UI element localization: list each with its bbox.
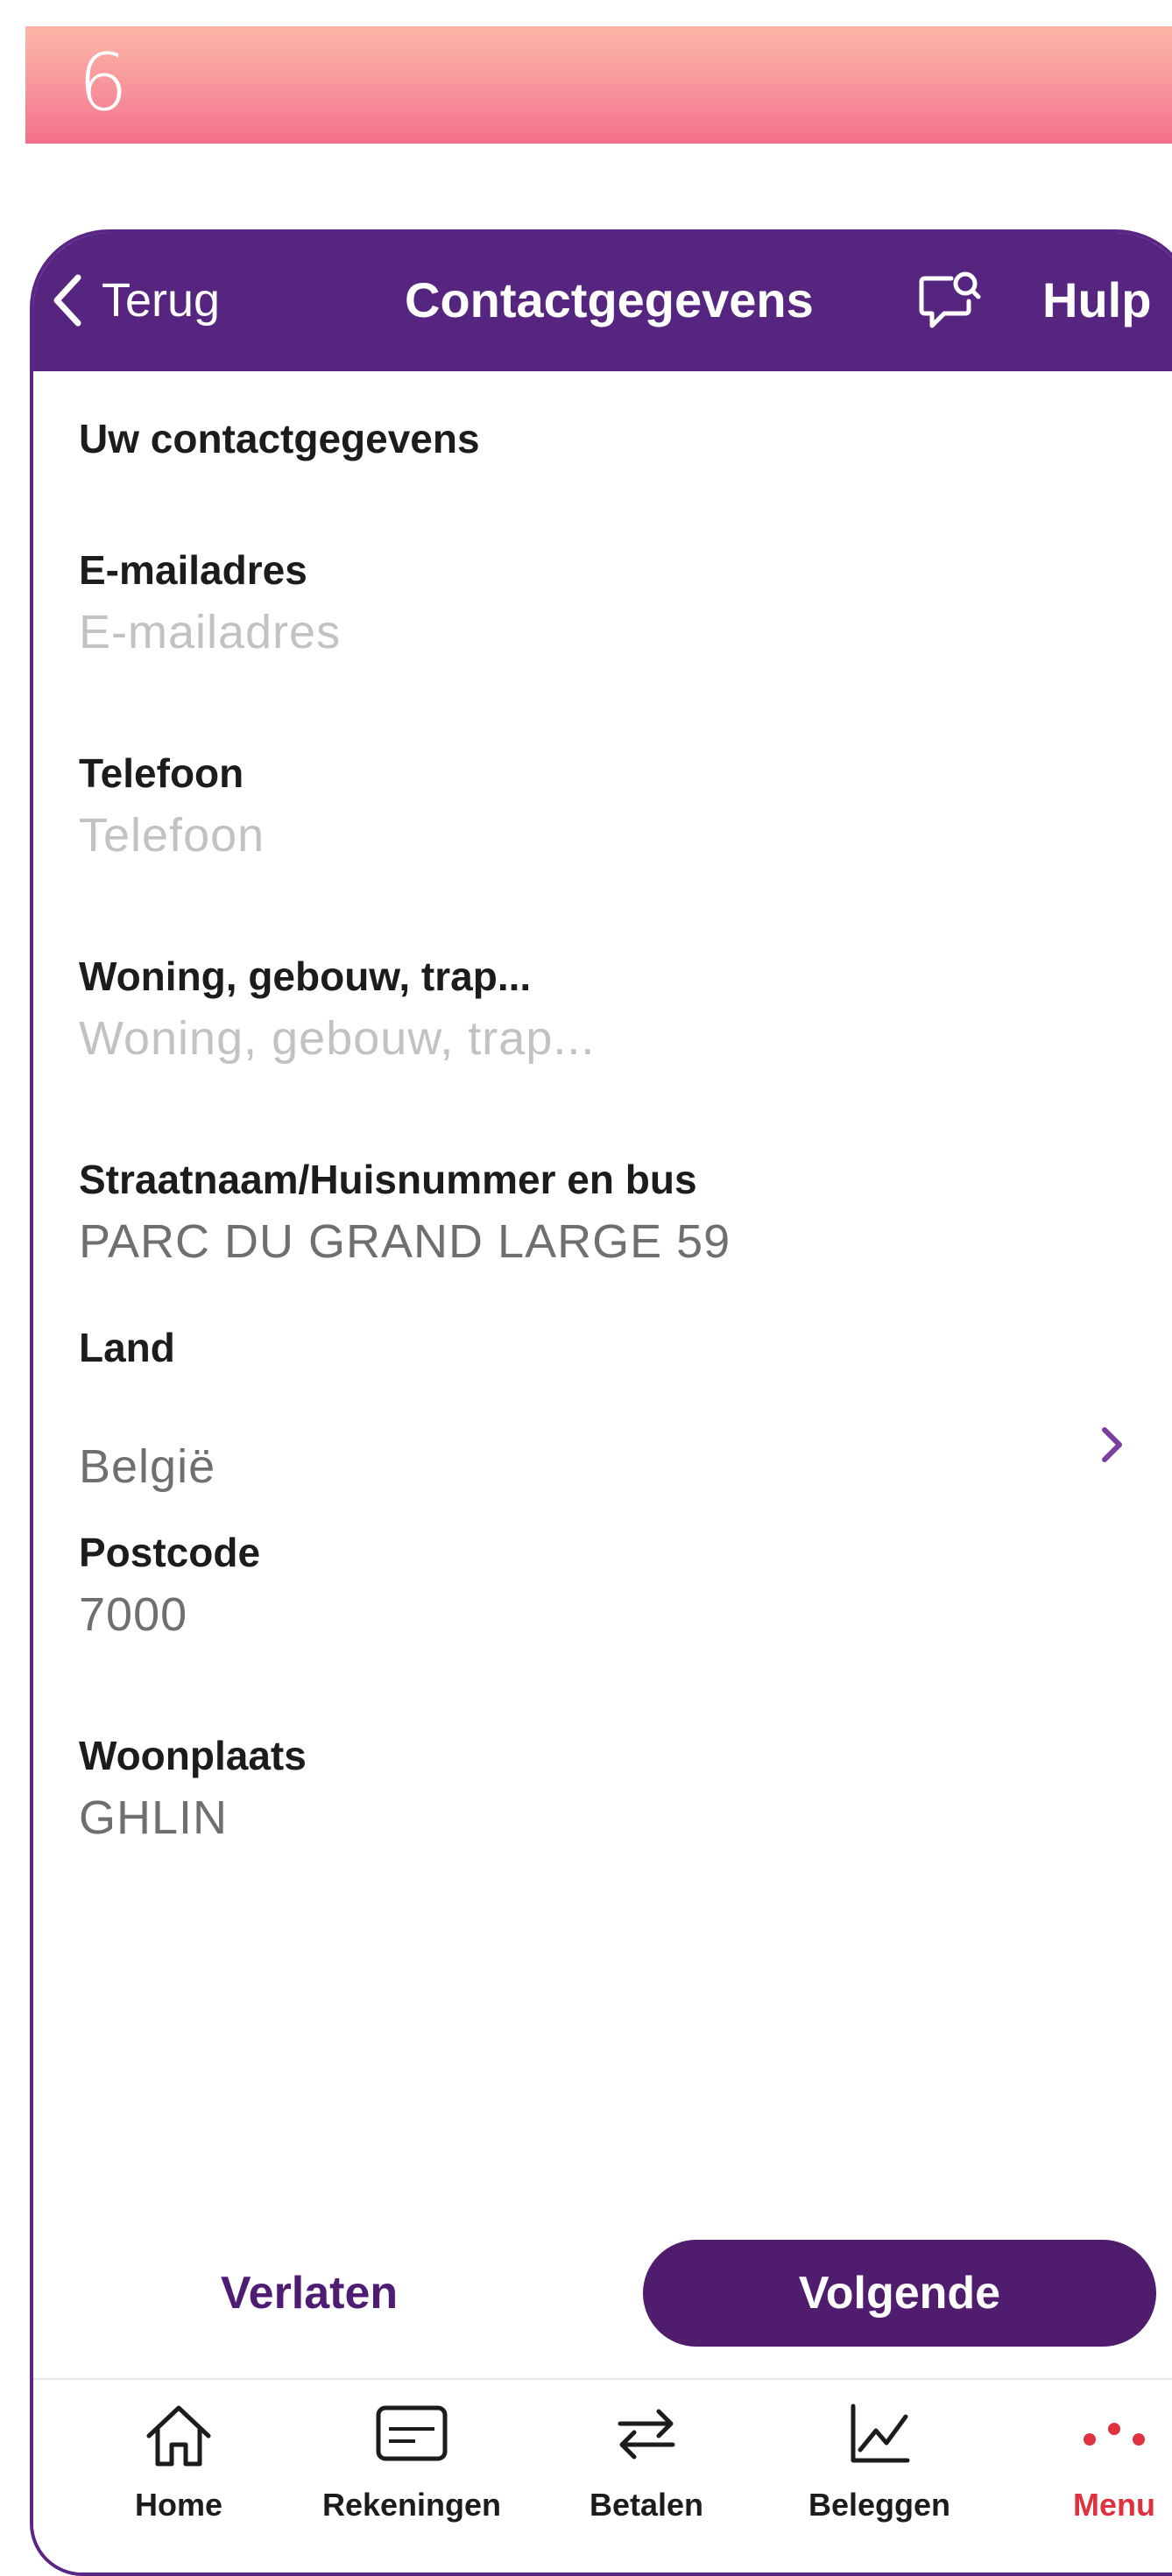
chat-search-icon [919, 271, 981, 328]
tab-menu[interactable]: Menu [1000, 2380, 1172, 2555]
tab-payments-label: Betalen [589, 2487, 704, 2523]
chat-search-button[interactable] [916, 270, 983, 333]
street-field[interactable] [79, 1214, 1112, 1270]
city-field[interactable] [79, 1790, 1112, 1846]
phone-field[interactable] [79, 807, 1112, 863]
building-label: Woning, gebouw, trap... [79, 954, 532, 999]
tab-menu-label: Menu [1073, 2487, 1155, 2523]
tab-accounts-label: Rekeningen [321, 2487, 502, 2523]
tab-bar: Home Rekeningen Betalen Beleggen Menu [33, 2378, 1172, 2572]
line-chart-icon [851, 2404, 910, 2463]
email-label: E-mailadres [79, 547, 307, 593]
card-icon [376, 2405, 448, 2461]
leave-button[interactable]: Verlaten [177, 2240, 441, 2347]
home-icon [146, 2405, 211, 2467]
step-banner: 6 [25, 26, 1172, 144]
help-button[interactable]: Hulp [1042, 270, 1151, 331]
postcode-label: Postcode [79, 1530, 261, 1575]
tab-investments[interactable]: Beleggen [766, 2380, 993, 2555]
postcode-field[interactable] [79, 1587, 1112, 1643]
tab-payments[interactable]: Betalen [533, 2380, 760, 2555]
tab-home[interactable]: Home [65, 2380, 293, 2555]
section-title: Uw contactgegevens [79, 416, 480, 461]
chevron-right-icon [1102, 1427, 1122, 1462]
tab-home-label: Home [134, 2487, 223, 2523]
chevron-left-icon [53, 274, 81, 327]
country-label: Land [79, 1325, 175, 1370]
phone-label: Telefoon [79, 750, 244, 796]
next-button[interactable]: Volgende [643, 2240, 1156, 2347]
email-field[interactable] [79, 604, 1112, 660]
page-title: Contactgegevens [405, 272, 814, 327]
country-selector[interactable]: Land België [33, 1319, 1137, 1494]
street-label: Straatnaam/Huisnummer en bus [79, 1157, 697, 1202]
more-dots-icon [1084, 2423, 1145, 2446]
city-label: Woonplaats [79, 1733, 307, 1778]
phone-screen: Terug Contactgegevens Hulp Uw contactgeg… [30, 229, 1172, 2576]
navigation-bar: Terug Contactgegevens Hulp [33, 233, 1172, 371]
building-field[interactable] [79, 1010, 1112, 1066]
transfer-arrows-icon [618, 2409, 675, 2460]
back-button[interactable]: Terug [53, 270, 220, 331]
step-number: 6 [78, 37, 129, 129]
tab-investments-label: Beleggen [808, 2487, 951, 2523]
tab-accounts[interactable]: Rekeningen [298, 2380, 526, 2555]
back-button-label: Terug [102, 274, 221, 327]
country-value: België [79, 1440, 216, 1493]
